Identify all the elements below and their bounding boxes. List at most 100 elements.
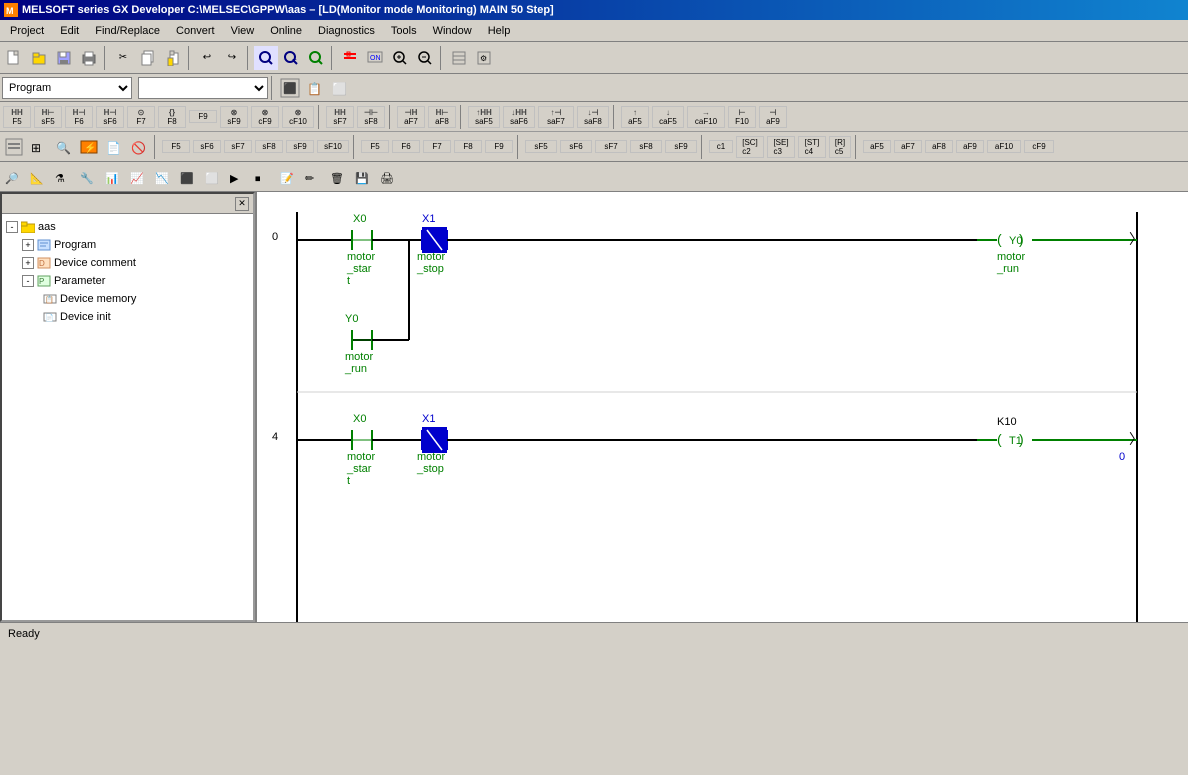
fkey2-sF9[interactable]: sF9 [286,140,314,153]
tree-item-device-memory[interactable]: 📋 Device memory [6,290,249,308]
fkey-cF10[interactable]: ⊗ cF10 [282,106,314,128]
tb-ux16[interactable]: 🖨 [377,165,401,189]
fkey2-F7[interactable]: F7 [423,140,451,153]
fkey-saF7[interactable]: ↑⊣ saF7 [538,106,574,128]
fkey-F5[interactable]: HH F5 [3,106,31,128]
tb-cut[interactable]: ✂ [111,46,135,70]
program-dropdown[interactable]: Program [2,77,132,99]
tb-ex6[interactable]: 🚫 [127,135,151,159]
fkey-caF5[interactable]: ↓ caF5 [652,106,684,128]
tb-print[interactable] [77,46,101,70]
fkey2-aF5c[interactable]: aF5 [863,140,891,153]
fkey2-SE3[interactable]: [SE]c3 [767,136,795,158]
fkey2-ST4[interactable]: [ST]c4 [798,136,826,158]
fkey-aF5[interactable]: ↑ aF5 [621,106,649,128]
fkey2-sF7b[interactable]: sF7 [595,140,627,153]
fkey2-c1[interactable]: c1 [709,140,733,153]
fkey2-aF8c[interactable]: aF8 [925,140,953,153]
fkey2-aF9c[interactable]: aF9 [956,140,984,153]
tb-open[interactable] [27,46,51,70]
fkey-F8[interactable]: {} F8 [158,106,186,128]
tb-ux7[interactable]: 📉 [152,165,176,189]
tree-item-device-comment[interactable]: + D Device comment [6,254,249,272]
tb-icon-a[interactable]: ⬛ [278,76,302,100]
tb-ex2[interactable]: ⊞ [27,135,51,159]
fkey-aF8[interactable]: H⊢ aF8 [428,106,456,128]
menu-tools[interactable]: Tools [383,21,425,41]
fkey2-SC2[interactable]: [SC]c2 [736,136,764,158]
fkey2-sF10[interactable]: sF10 [317,140,349,153]
fkey-caF10[interactable]: → caF10 [687,106,725,128]
tb-ux12[interactable]: 📝 [277,165,301,189]
fkey-aF7[interactable]: ⊣H aF7 [397,106,425,128]
tb-save[interactable] [52,46,76,70]
fkey-F6[interactable]: H⊣ F6 [65,106,93,128]
fkey2-sF7[interactable]: sF7 [224,140,252,153]
tb-ex4[interactable]: ⚡ [77,135,101,159]
fkey-F9[interactable]: F9 [189,110,217,123]
fkey-saF6[interactable]: ↓HH saF6 [503,106,535,128]
tree-item-program[interactable]: + Program [6,236,249,254]
tb-ux4[interactable]: 🔧 [77,165,101,189]
fkey-sF7[interactable]: HH sF7 [326,106,354,128]
tb-ex3[interactable]: 🔍 [52,135,76,159]
menu-diagnostics[interactable]: Diagnostics [310,21,383,41]
fkey-sF8[interactable]: ⊣⊢ sF8 [357,106,385,128]
fkey2-c5[interactable]: [R]c5 [829,136,851,158]
expand-aas[interactable]: - [6,221,18,233]
fkey2-F6[interactable]: F6 [392,140,420,153]
tb-ux5[interactable]: 📊 [102,165,126,189]
fkey-aF9[interactable]: ⊣ aF9 [759,106,787,128]
tb-ladder-icon[interactable] [338,46,362,70]
tb-redo[interactable]: ↪ [220,46,244,70]
tb-copy[interactable] [136,46,160,70]
tb-icon-b[interactable]: 📋 [303,76,327,100]
fkey-sF9[interactable]: ⊗ sF9 [220,106,248,128]
menu-project[interactable]: Project [2,21,52,41]
fkey2-F5[interactable]: F5 [162,140,190,153]
tb-ux13[interactable]: ✏ [302,165,326,189]
tb-ux10[interactable]: ▶ [227,165,251,189]
menu-online[interactable]: Online [262,21,310,41]
tb-settings1[interactable] [447,46,471,70]
fkey2-sF6[interactable]: sF6 [193,140,221,153]
fkey2-cF9c[interactable]: cF9 [1024,140,1054,153]
tb-zoom-in[interactable] [388,46,412,70]
tb-icon-c[interactable]: ⬜ [328,76,352,100]
fkey2-F9[interactable]: F9 [485,140,513,153]
menu-find-replace[interactable]: Find/Replace [87,21,168,41]
fkey2-F5b[interactable]: F5 [361,140,389,153]
tb-ux9[interactable]: ⬜ [202,165,226,189]
menu-window[interactable]: Window [425,21,480,41]
tb-find1[interactable] [254,46,278,70]
menu-view[interactable]: View [223,21,263,41]
fkey-saF8[interactable]: ↓⊣ saF8 [577,106,609,128]
fkey2-sF5b[interactable]: sF5 [525,140,557,153]
tb-ux1[interactable]: 🔎 [2,165,26,189]
expand-program[interactable]: + [22,239,34,251]
tb-new[interactable] [2,46,26,70]
expand-device-comment[interactable]: + [22,257,34,269]
menu-edit[interactable]: Edit [52,21,87,41]
menu-help[interactable]: Help [480,21,519,41]
fkey2-aF10c[interactable]: aF10 [987,140,1021,153]
tree-item-parameter[interactable]: - P Parameter [6,272,249,290]
tb-find3[interactable] [304,46,328,70]
tree-item-aas[interactable]: - aas [6,218,249,236]
tb-ux2[interactable]: 📐 [27,165,51,189]
panel-close-button[interactable]: ✕ [235,197,249,211]
fkey-cF9[interactable]: ⊗ cF9 [251,106,279,128]
tb-undo[interactable]: ↩ [195,46,219,70]
menu-convert[interactable]: Convert [168,21,223,41]
tb-ux3[interactable]: ⚗ [52,165,76,189]
tb-zoom-out[interactable] [413,46,437,70]
fkey2-aF7c[interactable]: aF7 [894,140,922,153]
tb-ux11[interactable]: ⏹ [252,165,276,189]
fkey2-F8[interactable]: F8 [454,140,482,153]
tb-find2[interactable]: + [279,46,303,70]
block-dropdown[interactable] [138,77,268,99]
fkey-F10[interactable]: ⊢ F10 [728,106,756,128]
tb-ux14[interactable]: 🗑 [327,165,351,189]
fkey-F7[interactable]: ⊙ F7 [127,106,155,128]
tb-monitor-icon[interactable]: ON [363,46,387,70]
